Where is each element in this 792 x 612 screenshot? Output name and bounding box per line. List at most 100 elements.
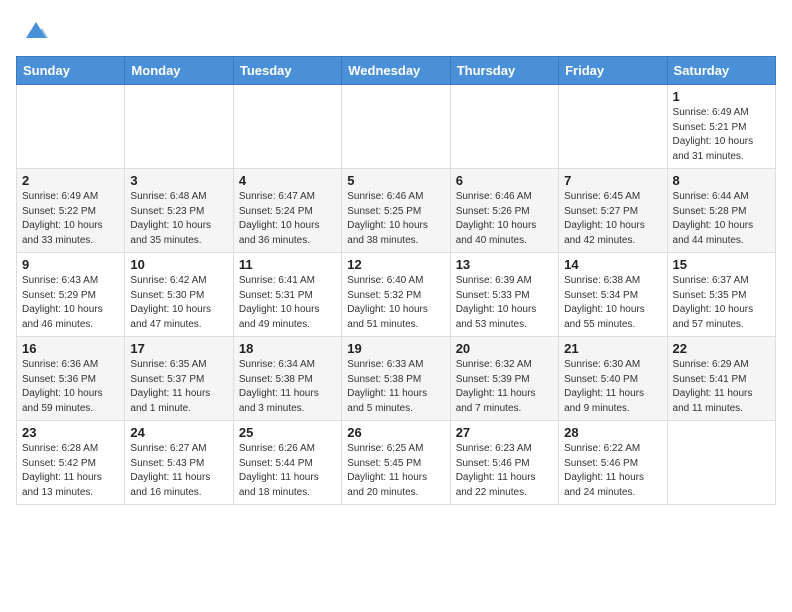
calendar-cell — [17, 85, 125, 169]
day-number: 27 — [456, 425, 553, 440]
day-info: Sunrise: 6:46 AM Sunset: 5:25 PM Dayligh… — [347, 190, 444, 248]
day-info: Sunrise: 6:29 AM Sunset: 5:41 PM Dayligh… — [673, 358, 770, 416]
calendar-cell: 14 Sunrise: 6:38 AM Sunset: 5:34 PM Dayli… — [559, 253, 667, 337]
day-number: 3 — [130, 173, 227, 188]
weekday-header-monday: Monday — [125, 57, 233, 85]
day-number: 24 — [130, 425, 227, 440]
day-number: 14 — [564, 257, 661, 272]
day-info: Sunrise: 6:33 AM Sunset: 5:38 PM Dayligh… — [347, 358, 444, 416]
day-info: Sunrise: 6:25 AM Sunset: 5:45 PM Dayligh… — [347, 442, 444, 500]
calendar-cell — [342, 85, 450, 169]
calendar-cell: 22 Sunrise: 6:29 AM Sunset: 5:41 PM Dayli… — [667, 337, 775, 421]
day-number: 1 — [673, 89, 770, 104]
calendar-cell: 12 Sunrise: 6:40 AM Sunset: 5:32 PM Dayli… — [342, 253, 450, 337]
day-info: Sunrise: 6:42 AM Sunset: 5:30 PM Dayligh… — [130, 274, 227, 332]
calendar-cell: 3 Sunrise: 6:48 AM Sunset: 5:23 PM Daylig… — [125, 169, 233, 253]
calendar-week-row: 1 Sunrise: 6:49 AM Sunset: 5:21 PM Daylig… — [17, 85, 776, 169]
calendar-cell: 13 Sunrise: 6:39 AM Sunset: 5:33 PM Dayli… — [450, 253, 558, 337]
day-number: 25 — [239, 425, 336, 440]
weekday-header-wednesday: Wednesday — [342, 57, 450, 85]
day-number: 20 — [456, 341, 553, 356]
weekday-header-sunday: Sunday — [17, 57, 125, 85]
day-info: Sunrise: 6:30 AM Sunset: 5:40 PM Dayligh… — [564, 358, 661, 416]
day-number: 13 — [456, 257, 553, 272]
day-number: 6 — [456, 173, 553, 188]
calendar-cell: 17Sunrise: 6:35 AM Sunset: 5:37 PM Dayli… — [125, 337, 233, 421]
day-info: Sunrise: 6:28 AM Sunset: 5:42 PM Dayligh… — [22, 442, 119, 500]
day-number: 5 — [347, 173, 444, 188]
calendar-table: SundayMondayTuesdayWednesdayThursdayFrid… — [16, 56, 776, 505]
calendar-cell: 21 Sunrise: 6:30 AM Sunset: 5:40 PM Dayli… — [559, 337, 667, 421]
calendar-cell: 18 Sunrise: 6:34 AM Sunset: 5:38 PM Dayli… — [233, 337, 341, 421]
day-number: 8 — [673, 173, 770, 188]
calendar-cell: 27 Sunrise: 6:23 AM Sunset: 5:46 PM Dayli… — [450, 421, 558, 505]
day-number: 18 — [239, 341, 336, 356]
day-number: 17 — [130, 341, 227, 356]
calendar-week-row: 2Sunrise: 6:49 AM Sunset: 5:22 PM Daylig… — [17, 169, 776, 253]
day-info: Sunrise: 6:23 AM Sunset: 5:46 PM Dayligh… — [456, 442, 553, 500]
calendar-week-row: 16Sunrise: 6:36 AM Sunset: 5:36 PM Dayli… — [17, 337, 776, 421]
day-info: Sunrise: 6:41 AM Sunset: 5:31 PM Dayligh… — [239, 274, 336, 332]
calendar-header-row: SundayMondayTuesdayWednesdayThursdayFrid… — [17, 57, 776, 85]
day-info: Sunrise: 6:38 AM Sunset: 5:34 PM Dayligh… — [564, 274, 661, 332]
calendar-cell: 26 Sunrise: 6:25 AM Sunset: 5:45 PM Dayli… — [342, 421, 450, 505]
day-number: 26 — [347, 425, 444, 440]
calendar-cell: 4 Sunrise: 6:47 AM Sunset: 5:24 PM Daylig… — [233, 169, 341, 253]
day-info: Sunrise: 6:43 AM Sunset: 5:29 PM Dayligh… — [22, 274, 119, 332]
weekday-header-friday: Friday — [559, 57, 667, 85]
day-number: 15 — [673, 257, 770, 272]
day-info: Sunrise: 6:47 AM Sunset: 5:24 PM Dayligh… — [239, 190, 336, 248]
calendar-cell: 7 Sunrise: 6:45 AM Sunset: 5:27 PM Daylig… — [559, 169, 667, 253]
day-info: Sunrise: 6:49 AM Sunset: 5:21 PM Dayligh… — [673, 106, 770, 164]
weekday-header-saturday: Saturday — [667, 57, 775, 85]
calendar-cell: 6 Sunrise: 6:46 AM Sunset: 5:26 PM Daylig… — [450, 169, 558, 253]
day-info: Sunrise: 6:36 AM Sunset: 5:36 PM Dayligh… — [22, 358, 119, 416]
day-info: Sunrise: 6:37 AM Sunset: 5:35 PM Dayligh… — [673, 274, 770, 332]
day-number: 12 — [347, 257, 444, 272]
calendar-cell: 16Sunrise: 6:36 AM Sunset: 5:36 PM Dayli… — [17, 337, 125, 421]
calendar-cell: 23Sunrise: 6:28 AM Sunset: 5:42 PM Dayli… — [17, 421, 125, 505]
calendar-cell: 5 Sunrise: 6:46 AM Sunset: 5:25 PM Daylig… — [342, 169, 450, 253]
calendar-cell: 25 Sunrise: 6:26 AM Sunset: 5:44 PM Dayli… — [233, 421, 341, 505]
calendar-cell: 1 Sunrise: 6:49 AM Sunset: 5:21 PM Daylig… — [667, 85, 775, 169]
calendar-cell — [233, 85, 341, 169]
day-number: 2 — [22, 173, 119, 188]
day-number: 11 — [239, 257, 336, 272]
day-number: 19 — [347, 341, 444, 356]
calendar-cell: 11 Sunrise: 6:41 AM Sunset: 5:31 PM Dayli… — [233, 253, 341, 337]
day-number: 21 — [564, 341, 661, 356]
calendar-cell — [559, 85, 667, 169]
day-number: 9 — [22, 257, 119, 272]
day-number: 22 — [673, 341, 770, 356]
day-info: Sunrise: 6:48 AM Sunset: 5:23 PM Dayligh… — [130, 190, 227, 248]
calendar-week-row: 23Sunrise: 6:28 AM Sunset: 5:42 PM Dayli… — [17, 421, 776, 505]
calendar-cell — [450, 85, 558, 169]
calendar-cell: 2Sunrise: 6:49 AM Sunset: 5:22 PM Daylig… — [17, 169, 125, 253]
day-info: Sunrise: 6:27 AM Sunset: 5:43 PM Dayligh… — [130, 442, 227, 500]
page-header — [16, 16, 776, 44]
day-info: Sunrise: 6:45 AM Sunset: 5:27 PM Dayligh… — [564, 190, 661, 248]
calendar-cell: 10 Sunrise: 6:42 AM Sunset: 5:30 PM Dayli… — [125, 253, 233, 337]
logo — [16, 16, 50, 44]
day-info: Sunrise: 6:32 AM Sunset: 5:39 PM Dayligh… — [456, 358, 553, 416]
day-info: Sunrise: 6:26 AM Sunset: 5:44 PM Dayligh… — [239, 442, 336, 500]
logo-icon — [22, 16, 50, 44]
calendar-cell: 28 Sunrise: 6:22 AM Sunset: 5:46 PM Dayli… — [559, 421, 667, 505]
day-number: 4 — [239, 173, 336, 188]
day-info: Sunrise: 6:22 AM Sunset: 5:46 PM Dayligh… — [564, 442, 661, 500]
day-info: Sunrise: 6:39 AM Sunset: 5:33 PM Dayligh… — [456, 274, 553, 332]
calendar-cell: 24 Sunrise: 6:27 AM Sunset: 5:43 PM Dayli… — [125, 421, 233, 505]
day-info: Sunrise: 6:44 AM Sunset: 5:28 PM Dayligh… — [673, 190, 770, 248]
day-number: 7 — [564, 173, 661, 188]
day-info: Sunrise: 6:34 AM Sunset: 5:38 PM Dayligh… — [239, 358, 336, 416]
calendar-cell: 8 Sunrise: 6:44 AM Sunset: 5:28 PM Daylig… — [667, 169, 775, 253]
calendar-cell: 9 Sunrise: 6:43 AM Sunset: 5:29 PM Daylig… — [17, 253, 125, 337]
day-number: 28 — [564, 425, 661, 440]
day-info: Sunrise: 6:40 AM Sunset: 5:32 PM Dayligh… — [347, 274, 444, 332]
day-number: 10 — [130, 257, 227, 272]
weekday-header-tuesday: Tuesday — [233, 57, 341, 85]
calendar-cell: 20 Sunrise: 6:32 AM Sunset: 5:39 PM Dayli… — [450, 337, 558, 421]
calendar-cell: 15 Sunrise: 6:37 AM Sunset: 5:35 PM Dayli… — [667, 253, 775, 337]
day-info: Sunrise: 6:46 AM Sunset: 5:26 PM Dayligh… — [456, 190, 553, 248]
calendar-cell — [667, 421, 775, 505]
